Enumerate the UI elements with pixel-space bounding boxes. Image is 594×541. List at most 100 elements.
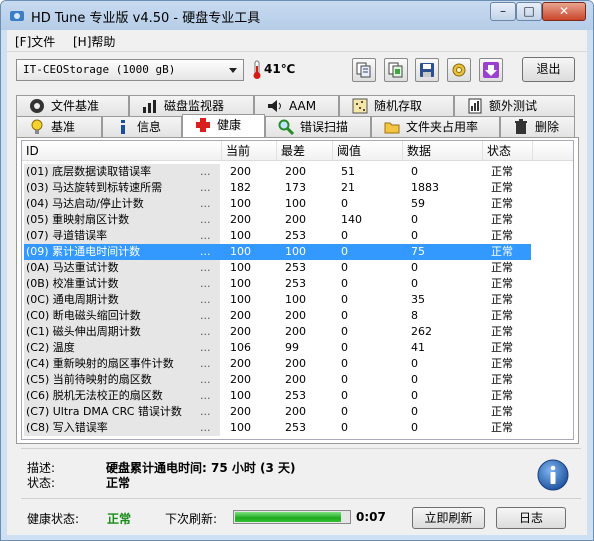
table-row[interactable]: (C2) 温度... 106 99 0 41 正常 bbox=[24, 340, 531, 356]
exit-button[interactable]: 退出 bbox=[522, 57, 575, 82]
refresh-progress-bar bbox=[233, 510, 351, 524]
tab-label: 随机存取 bbox=[374, 99, 423, 113]
cell-data: 59 bbox=[411, 197, 425, 210]
tab-extra-tests[interactable]: 额外测试 bbox=[454, 95, 575, 116]
options-button[interactable] bbox=[447, 58, 471, 82]
log-button[interactable]: 日志 bbox=[496, 507, 566, 529]
cell-status: 正常 bbox=[491, 341, 513, 354]
table-row[interactable]: (C1) 磁头伸出周期计数... 200 200 0 262 正常 bbox=[24, 324, 531, 340]
cell-status: 正常 bbox=[491, 277, 513, 290]
refresh-now-button[interactable]: 立即刷新 bbox=[412, 507, 485, 529]
health-status-value: 正常 bbox=[107, 512, 132, 526]
app-icon bbox=[10, 11, 24, 21]
table-row[interactable]: (07) 寻道错误率... 100 253 0 0 正常 bbox=[24, 228, 531, 244]
tab-file-benchmark[interactable]: 文件基准 bbox=[16, 95, 129, 116]
cell-status: 正常 bbox=[491, 389, 513, 402]
table-row[interactable]: (C8) 写入错误率... 100 253 0 0 正常 bbox=[24, 420, 531, 436]
tab-folder-usage[interactable]: 文件夹占用率 bbox=[371, 116, 500, 137]
table-row[interactable]: (0B) 校准重试计数... 100 253 0 0 正常 bbox=[24, 276, 531, 292]
table-row[interactable]: (0A) 马达重试计数... 100 253 0 0 正常 bbox=[24, 260, 531, 276]
table-row[interactable]: (C5) 当前待映射的扇区数... 200 200 0 0 正常 bbox=[24, 372, 531, 388]
cell-threshold: 21 bbox=[341, 181, 355, 194]
menu-help[interactable]: [H]帮助 bbox=[73, 33, 115, 50]
cell-worst: 253 bbox=[285, 261, 306, 274]
download-button[interactable] bbox=[479, 58, 503, 82]
cell-data: 35 bbox=[411, 293, 425, 306]
tab-disk-monitor[interactable]: 磁盘监视器 bbox=[129, 95, 254, 116]
cell-status: 正常 bbox=[491, 293, 513, 306]
maximize-button[interactable]: □ bbox=[516, 2, 542, 21]
cell-id: (0C) 通电周期计数 bbox=[26, 293, 119, 306]
tab-label: 错误扫描 bbox=[300, 120, 349, 134]
cell-data: 0 bbox=[411, 277, 418, 290]
cell-threshold: 0 bbox=[341, 325, 348, 338]
tab-health[interactable]: 健康 bbox=[182, 114, 265, 137]
column-header-data[interactable]: 数据 bbox=[403, 141, 483, 161]
table-row[interactable]: (C6) 脱机无法校正的扇区数... 100 253 0 0 正常 bbox=[24, 388, 531, 404]
table-row[interactable]: (09) 累计通电时间计数... 100 100 0 75 正常 bbox=[24, 244, 531, 260]
cell-id: (C6) 脱机无法校正的扇区数 bbox=[26, 389, 163, 402]
cell-threshold: 0 bbox=[341, 197, 348, 210]
table-row[interactable]: (01) 底层数据读取错误率... 200 200 51 0 正常 bbox=[24, 164, 531, 180]
column-header-worst[interactable]: 最差 bbox=[277, 141, 333, 161]
refresh-progress-fill bbox=[235, 512, 341, 522]
cell-worst: 200 bbox=[285, 373, 306, 386]
thermometer-icon bbox=[253, 60, 261, 79]
cell-threshold: 0 bbox=[341, 261, 348, 274]
cell-data: 0 bbox=[411, 165, 418, 178]
table-row[interactable]: (04) 马达启动/停止计数... 100 100 0 59 正常 bbox=[24, 196, 531, 212]
cell-id: (C2) 温度 bbox=[26, 341, 75, 354]
tab-aam[interactable]: AAM bbox=[254, 95, 339, 116]
cell-status: 正常 bbox=[491, 197, 513, 210]
cell-status: 正常 bbox=[491, 405, 513, 418]
cell-threshold: 140 bbox=[341, 213, 362, 226]
tab-label: 额外测试 bbox=[489, 99, 538, 113]
cell-status: 正常 bbox=[491, 181, 513, 194]
tab-label: AAM bbox=[289, 99, 317, 113]
table-row[interactable]: (0C) 通电周期计数... 100 100 0 35 正常 bbox=[24, 292, 531, 308]
copy-info-button[interactable] bbox=[352, 58, 376, 82]
cell-data: 8 bbox=[411, 309, 418, 322]
tab-info[interactable]: 信息 bbox=[102, 116, 182, 137]
cell-threshold: 0 bbox=[341, 277, 348, 290]
cell-data: 0 bbox=[411, 229, 418, 242]
minimize-button[interactable]: – bbox=[490, 2, 516, 21]
copy-screenshot-button[interactable] bbox=[384, 58, 408, 82]
tab-erase[interactable]: 删除 bbox=[500, 116, 575, 137]
cell-threshold: 0 bbox=[341, 389, 348, 402]
menu-file[interactable]: [F]文件 bbox=[15, 33, 55, 50]
cell-status: 正常 bbox=[491, 357, 513, 370]
truncation-dots: ... bbox=[200, 165, 211, 178]
column-header-id[interactable]: ID bbox=[22, 141, 222, 161]
tab-benchmark[interactable]: 基准 bbox=[16, 116, 102, 137]
save-button[interactable] bbox=[415, 58, 439, 82]
cell-id: (01) 底层数据读取错误率 bbox=[26, 165, 152, 178]
status-label: 状态: bbox=[27, 476, 56, 490]
table-row[interactable]: (05) 重映射扇区计数... 200 200 140 0 正常 bbox=[24, 212, 531, 228]
info-icon[interactable] bbox=[537, 459, 569, 491]
cell-id: (09) 累计通电时间计数 bbox=[26, 245, 141, 258]
window-title: HD Tune 专业版 v4.50 - 硬盘专业工具 bbox=[31, 11, 261, 26]
magnifier-icon bbox=[278, 119, 294, 135]
column-header-status[interactable]: 状态 bbox=[483, 141, 533, 161]
truncation-dots: ... bbox=[200, 357, 211, 370]
tab-error-scan[interactable]: 错误扫描 bbox=[265, 116, 371, 137]
cell-threshold: 0 bbox=[341, 341, 348, 354]
cell-id: (04) 马达启动/停止计数 bbox=[26, 197, 144, 210]
cell-status: 正常 bbox=[491, 165, 513, 178]
column-header-threshold[interactable]: 阈值 bbox=[333, 141, 403, 161]
table-row[interactable]: (C7) Ultra DMA CRC 错误计数... 200 200 0 0 正常 bbox=[24, 404, 531, 420]
health-cross-icon bbox=[196, 118, 210, 132]
details-separator bbox=[21, 448, 581, 449]
column-header-current[interactable]: 当前 bbox=[222, 141, 277, 161]
client-area: [F]文件 [H]帮助 IT-CEOStorage (1000 gB) 41℃ bbox=[7, 30, 587, 535]
random-access-icon bbox=[352, 98, 368, 114]
table-row[interactable]: (C0) 断电磁头缩回计数... 200 200 0 8 正常 bbox=[24, 308, 531, 324]
drive-select[interactable]: IT-CEOStorage (1000 gB) bbox=[16, 59, 244, 81]
table-row[interactable]: (03) 马达旋转到标转速所需... 182 173 21 1883 正常 bbox=[24, 180, 531, 196]
tab-random-access[interactable]: 随机存取 bbox=[339, 95, 454, 116]
close-button[interactable]: ✕ bbox=[542, 2, 586, 21]
smart-attribute-list[interactable]: ID 当前 最差 阈值 数据 状态 (01) 底层数据读取错误率... 200 20… bbox=[21, 140, 574, 440]
table-row[interactable]: (C4) 重新映射的扇区事件计数... 200 200 0 0 正常 bbox=[24, 356, 531, 372]
tab-label: 删除 bbox=[535, 120, 560, 134]
